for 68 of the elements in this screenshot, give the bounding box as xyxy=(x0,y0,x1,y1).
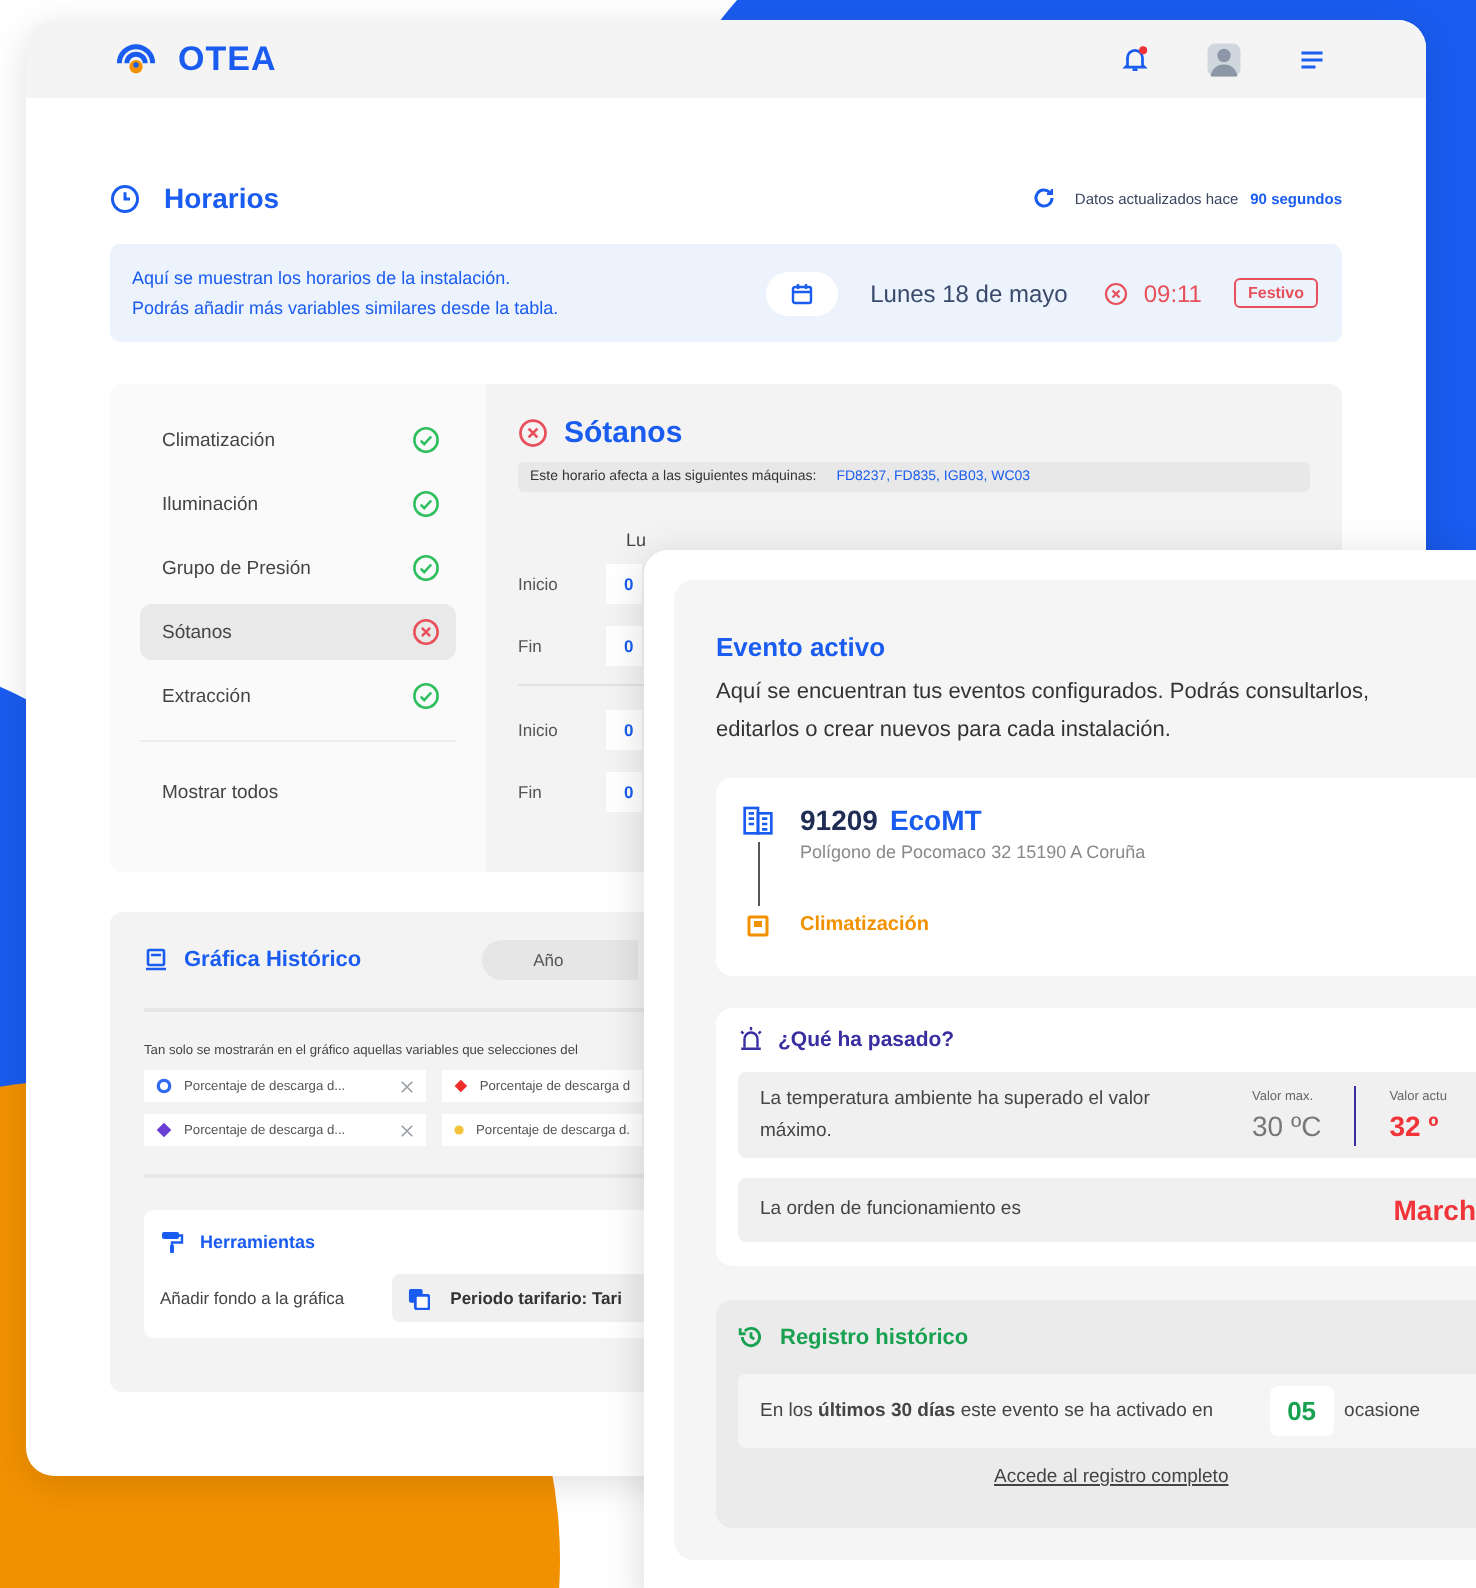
schedule-item[interactable]: Extracción xyxy=(140,668,456,724)
history-text: En los últimos 30 días este evento se ha activado en xyxy=(760,1400,1214,1422)
x-circle-icon xyxy=(1103,281,1128,305)
site-address: Polígono de Pocomaco 32 15190 A Coruña xyxy=(800,842,1146,862)
connector-line xyxy=(757,842,759,906)
item-label: Grupo de Presión xyxy=(162,557,311,579)
history-title: Registro histórico xyxy=(780,1325,969,1349)
time-field[interactable]: 0 xyxy=(606,563,642,603)
time-text: 09:11 xyxy=(1143,279,1202,307)
event-title: Evento activo xyxy=(716,632,888,662)
layers-icon xyxy=(408,1287,431,1309)
refresh-icon[interactable] xyxy=(1032,186,1057,210)
siren-icon xyxy=(738,1026,764,1052)
time-field[interactable]: 0 xyxy=(606,771,642,811)
calendar-icon xyxy=(790,281,815,305)
schedule-item[interactable]: Climatización xyxy=(140,412,456,468)
history-icon xyxy=(738,1324,764,1350)
schedule-item[interactable]: Sótanos xyxy=(140,604,456,660)
tools-label: Añadir fondo a la gráfica xyxy=(160,1288,345,1308)
what-happened-title: ¿Qué ha pasado? xyxy=(778,1027,955,1051)
current-value: 32 º xyxy=(1389,1109,1439,1141)
chart-title: Gráfica Histórico xyxy=(184,948,362,972)
row-label: Fin xyxy=(518,635,544,655)
background-option[interactable]: Periodo tarifario: Tari xyxy=(392,1274,645,1322)
show-all-link[interactable]: Mostrar todos xyxy=(140,742,456,804)
tools-title: Herramientas xyxy=(200,1232,316,1252)
event-text: La orden de funcionamiento es xyxy=(760,1196,1023,1224)
item-label: Climatización xyxy=(162,429,275,451)
full-history-link[interactable]: Accede al registro completo xyxy=(994,1466,1229,1488)
event-text: La temperatura ambiente ha superado el valor máximo. xyxy=(760,1085,1152,1145)
row-label: Inicio xyxy=(518,719,560,739)
schedule-item[interactable]: Iluminación xyxy=(140,476,456,532)
row-label: Inicio xyxy=(518,573,560,593)
brand-name: OTEA xyxy=(178,39,277,79)
info-text: Podrás añadir más variables similares desde la tabla. xyxy=(132,295,559,321)
event-description: Aquí se encuentran tus eventos configurados. Podrás consultarlos, editarlos o crear nuevos para cada instalación. xyxy=(716,678,1372,746)
time-field[interactable]: 0 xyxy=(606,709,642,749)
schedule-item[interactable]: Grupo de Presión xyxy=(140,540,456,596)
item-label: Iluminación xyxy=(162,493,259,515)
period-tab[interactable]: Año xyxy=(489,944,592,976)
avatar-icon[interactable] xyxy=(1206,41,1242,77)
option-text: Periodo tarifario: Tari xyxy=(450,1288,622,1308)
count-value: 05 xyxy=(1269,1386,1335,1436)
info-text: Aquí se muestran los horarios de la instalación. xyxy=(132,265,513,292)
equipment-icon xyxy=(746,914,770,938)
clock-icon xyxy=(110,183,140,213)
paint-roller-icon xyxy=(160,1230,184,1254)
close-icon[interactable] xyxy=(400,1079,414,1093)
building-icon xyxy=(742,804,774,836)
close-icon[interactable] xyxy=(400,1123,414,1137)
item-label: Sótanos xyxy=(162,621,232,643)
time-field[interactable]: 0 xyxy=(606,625,642,665)
site-name: EcoMT xyxy=(889,804,982,836)
item-label: Extracción xyxy=(162,685,251,707)
holiday-tag: Festivo xyxy=(1233,278,1318,308)
date-text: Lunes 18 de mayo xyxy=(870,279,1068,307)
max-value: 30 ºC xyxy=(1252,1109,1322,1141)
day-label: Lu xyxy=(626,530,647,550)
site-code: 91209 xyxy=(800,804,878,836)
calendar-button[interactable] xyxy=(766,271,839,315)
section-title: Horarios xyxy=(164,182,280,214)
monitor-icon xyxy=(144,948,168,972)
bell-icon[interactable] xyxy=(1120,44,1150,74)
system-name: Climatización xyxy=(800,914,931,936)
count-unit: ocasione xyxy=(1344,1400,1421,1422)
row-label: Fin xyxy=(518,781,544,801)
schedule-title: Sótanos xyxy=(564,416,683,450)
order-value: March xyxy=(1393,1194,1476,1226)
